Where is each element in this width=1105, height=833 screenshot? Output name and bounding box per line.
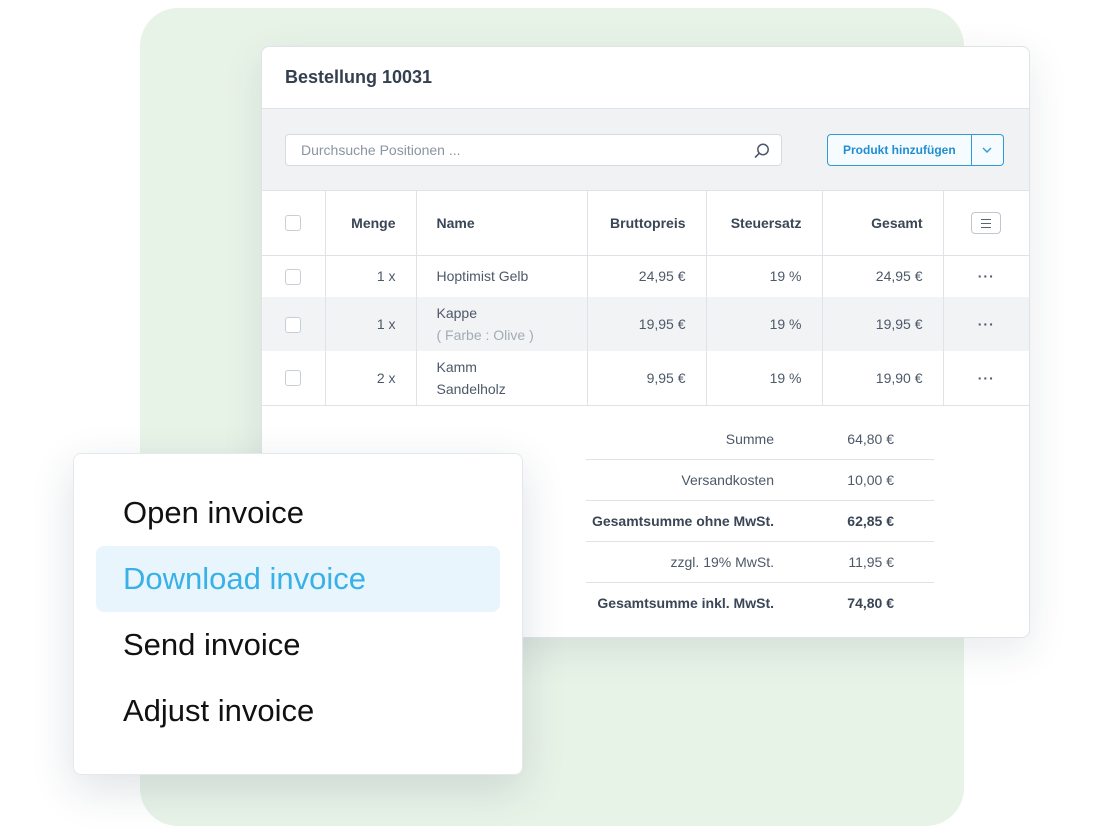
totals-value: 10,00 € [847, 472, 894, 488]
column-header-quantity[interactable]: Menge [324, 191, 416, 256]
more-actions-icon[interactable]: ··· [978, 316, 995, 332]
totals-label: Summe [725, 431, 774, 447]
add-product-dropdown-button[interactable] [971, 134, 1004, 166]
column-header-gross-price[interactable]: Bruttopreis [586, 191, 706, 256]
search-input[interactable]: Durchsuche Positionen ... [285, 134, 782, 166]
invoice-context-menu: Open invoice Download invoice Send invoi… [73, 453, 523, 775]
row-actions: ··· [942, 351, 1029, 406]
totals-row-vat: zzgl. 19% MwSt. 11,95 € [586, 542, 934, 583]
toolbar: Durchsuche Positionen ... Produkt hinzuf… [262, 109, 1029, 191]
column-header-total[interactable]: Gesamt [821, 191, 943, 256]
search-icon[interactable] [753, 142, 771, 160]
menu-item-download-invoice[interactable]: Download invoice [96, 546, 500, 612]
table-row[interactable]: 2 x Kamm Sandelholz 9,95 € 19 % 19,90 € … [262, 351, 1029, 406]
menu-item-adjust-invoice[interactable]: Adjust invoice [96, 678, 500, 744]
chevron-down-icon [982, 147, 992, 153]
more-actions-icon[interactable]: ··· [978, 268, 995, 284]
row-select-cell [262, 297, 325, 351]
row-select-cell [262, 255, 325, 297]
menu-item-open-invoice[interactable]: Open invoice [96, 480, 500, 546]
table-header-row: Menge Name Bruttopreis Steuersatz Gesamt [262, 191, 1029, 256]
row-variant: ( Farbe : Olive ) [436, 327, 534, 343]
totals-value: 11,95 € [848, 554, 894, 570]
row-name: Kappe [436, 305, 477, 321]
row-checkbox[interactable] [285, 316, 302, 333]
row-checkbox[interactable] [285, 370, 302, 387]
totals-row-subtotal: Summe 64,80 € [586, 419, 934, 460]
totals-label: Versandkosten [681, 472, 774, 488]
column-header-name[interactable]: Name [415, 191, 587, 256]
page-title: Bestellung 10031 [285, 67, 433, 87]
table-row[interactable]: 1 x Hoptimist Gelb 24,95 € 19 % 24,95 € … [262, 255, 1029, 297]
totals-row-gross: Gesamtsumme inkl. MwSt. 74,80 € [586, 583, 934, 623]
row-actions: ··· [942, 255, 1029, 297]
totals-label: zzgl. 19% MwSt. [670, 554, 774, 570]
column-settings-cell [942, 191, 1029, 256]
totals-value: 62,85 € [847, 513, 894, 529]
column-settings-icon[interactable] [971, 211, 1002, 234]
row-quantity: 2 x [324, 351, 416, 406]
row-gross-price: 9,95 € [586, 351, 706, 406]
totals-label: Gesamtsumme ohne MwSt. [591, 513, 774, 529]
row-variant: Sandelholz [436, 380, 506, 397]
row-name-cell: Kamm Sandelholz [415, 351, 587, 406]
totals-value: 74,80 € [847, 595, 894, 611]
select-all-cell [262, 191, 325, 256]
row-gross-price: 19,95 € [586, 297, 706, 351]
row-total: 19,95 € [821, 297, 943, 351]
row-name-cell: Kappe ( Farbe : Olive ) [415, 297, 587, 351]
row-checkbox[interactable] [285, 268, 302, 285]
row-gross-price: 24,95 € [586, 255, 706, 297]
more-actions-icon[interactable]: ··· [978, 370, 995, 386]
row-select-cell [262, 351, 325, 406]
order-totals: Summe 64,80 € Versandkosten 10,00 € Gesa… [586, 419, 934, 623]
menu-item-send-invoice[interactable]: Send invoice [96, 612, 500, 678]
card-header: Bestellung 10031 [262, 47, 1029, 109]
add-product-button[interactable]: Produkt hinzufügen [827, 134, 972, 166]
row-total: 24,95 € [821, 255, 943, 297]
add-product-split-button: Produkt hinzufügen [827, 134, 1004, 166]
select-all-checkbox[interactable] [285, 215, 302, 232]
totals-label: Gesamtsumme inkl. MwSt. [597, 595, 774, 611]
row-tax-rate: 19 % [705, 297, 822, 351]
column-header-tax-rate[interactable]: Steuersatz [705, 191, 822, 256]
row-actions: ··· [942, 297, 1029, 351]
totals-row-shipping: Versandkosten 10,00 € [586, 460, 934, 501]
table-row[interactable]: 1 x Kappe ( Farbe : Olive ) 19,95 € 19 %… [262, 297, 1029, 351]
row-name: Hoptimist Gelb [415, 255, 587, 297]
row-quantity: 1 x [324, 297, 416, 351]
row-tax-rate: 19 % [705, 255, 822, 297]
row-total: 19,90 € [821, 351, 943, 406]
totals-value: 64,80 € [847, 431, 894, 447]
line-items-table: Menge Name Bruttopreis Steuersatz Gesamt… [262, 191, 1029, 406]
row-tax-rate: 19 % [705, 351, 822, 406]
row-quantity: 1 x [324, 255, 416, 297]
search-placeholder: Durchsuche Positionen ... [301, 142, 461, 158]
row-name: Kamm [436, 358, 477, 375]
totals-row-net: Gesamtsumme ohne MwSt. 62,85 € [586, 501, 934, 542]
